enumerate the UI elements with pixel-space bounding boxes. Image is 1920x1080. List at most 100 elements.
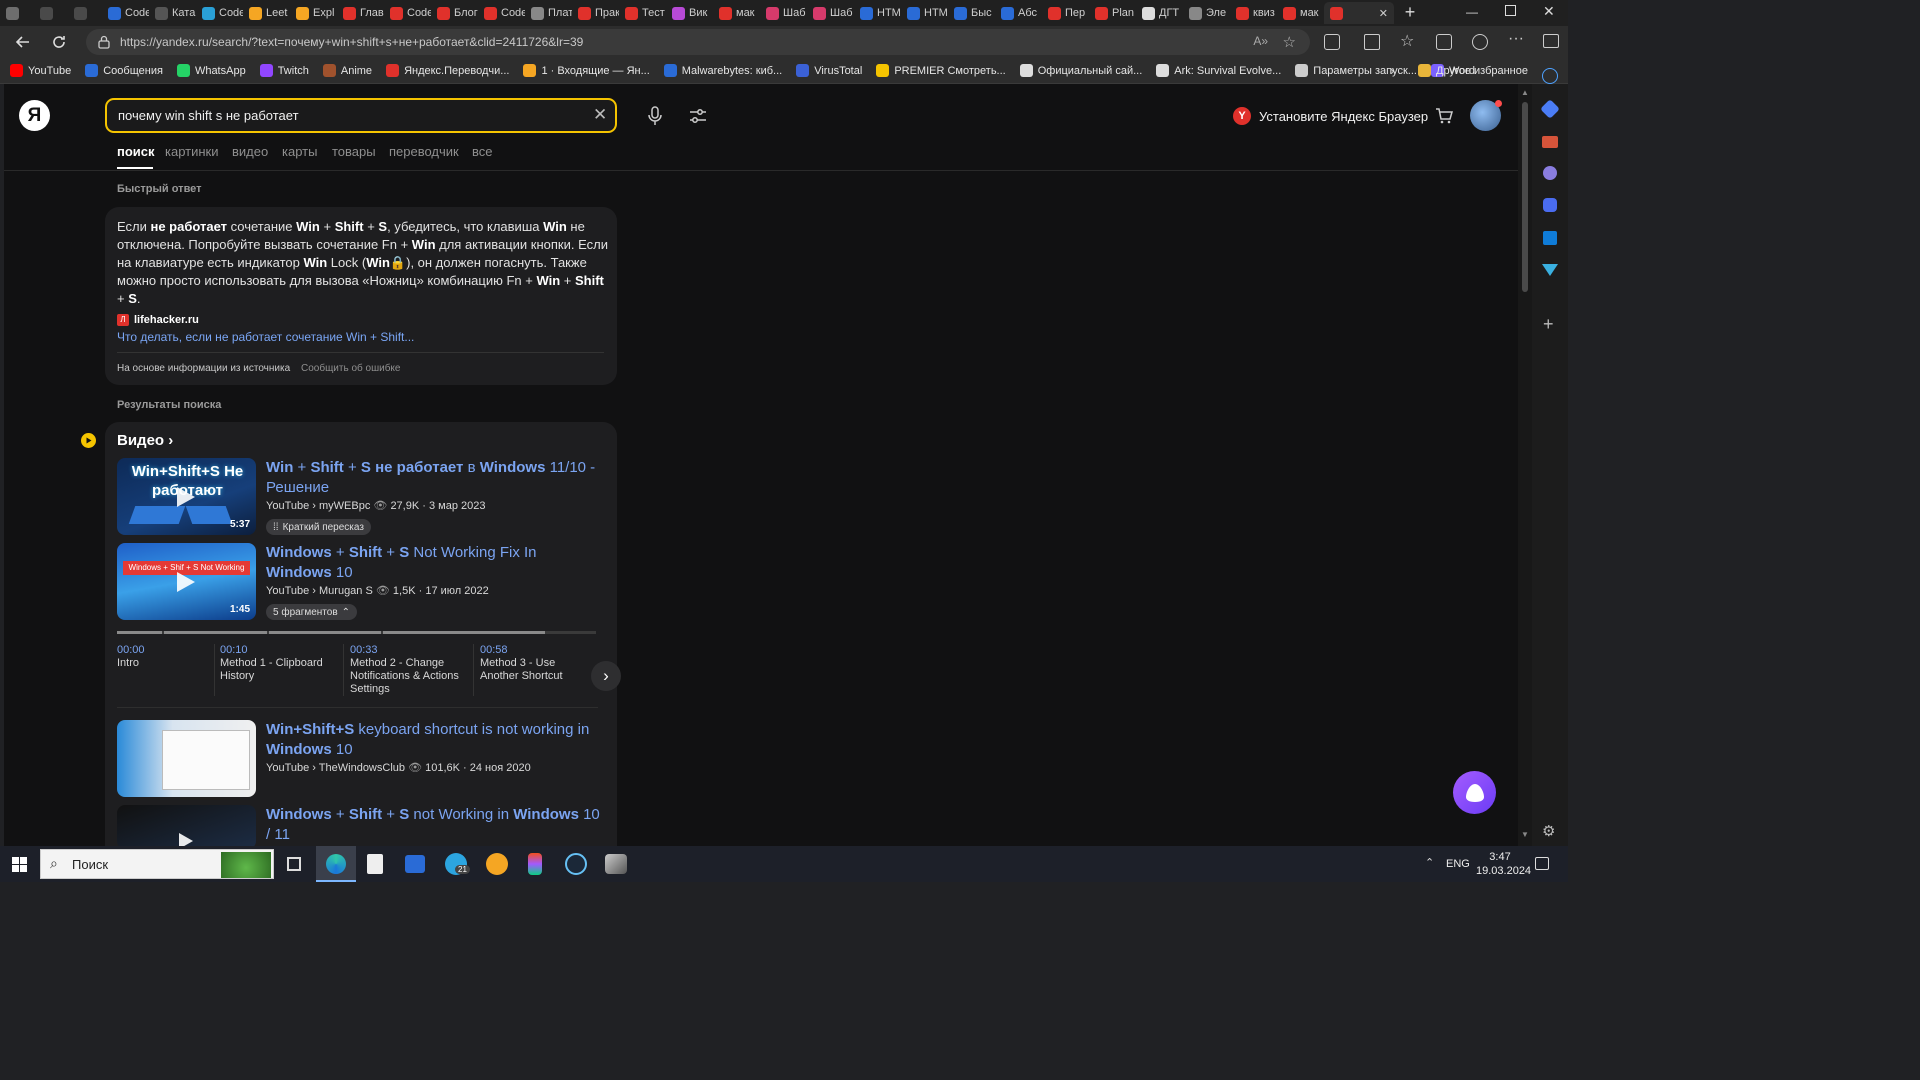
chapters-next-button[interactable]: ›: [591, 661, 621, 691]
video-section-title[interactable]: Видео ›: [117, 432, 173, 449]
browser-tab[interactable]: ДГТ: [1136, 2, 1183, 24]
restore-window-button[interactable]: [1505, 5, 1516, 16]
browser-tab[interactable]: Leet: [243, 2, 290, 24]
yandex-logo[interactable]: Я: [19, 100, 50, 131]
search-sidebar-icon[interactable]: [1542, 68, 1558, 84]
nav-tab-3[interactable]: карты: [282, 144, 317, 159]
search-filters-icon[interactable]: [689, 108, 707, 124]
based-on-source-label[interactable]: На основе информации из источника: [117, 363, 290, 374]
new-tab-button[interactable]: +: [1401, 3, 1419, 22]
video-title-4[interactable]: Windows + Shift + S not Working in Windo…: [266, 805, 606, 845]
alice-assistant-button[interactable]: [1453, 771, 1496, 814]
url-field[interactable]: https://yandex.ru/search/?text=почему+wi…: [86, 29, 1310, 55]
video-title-3[interactable]: Win+Shift+S keyboard shortcut is not wor…: [266, 720, 596, 760]
bookmark-item[interactable]: PREMIER Смотреть...: [876, 64, 1006, 77]
search-box[interactable]: почему win shift s не работает ✕: [105, 98, 617, 133]
video-title-2[interactable]: Windows + Shift + S Not Working Fix In W…: [266, 543, 596, 583]
notepad-icon[interactable]: [367, 854, 383, 874]
browser-tab[interactable]: Глав: [337, 2, 384, 24]
bookmark-item[interactable]: VirusTotal: [796, 64, 862, 77]
bookmark-item[interactable]: WhatsApp: [176, 64, 246, 77]
clock[interactable]: 3:47 19.03.2024: [1476, 850, 1531, 878]
taskbar-edge-app[interactable]: [316, 846, 356, 882]
notifications-icon[interactable]: [1535, 857, 1549, 870]
chapter-segment[interactable]: [383, 631, 545, 634]
games-icon[interactable]: [1543, 166, 1557, 180]
cart-icon[interactable]: [1435, 107, 1453, 125]
chapter-item[interactable]: 00:33 Method 2 - Change Notifications & A…: [350, 644, 468, 696]
search-input[interactable]: почему win shift s не работает: [118, 108, 299, 123]
bookmark-item[interactable]: 1 · Входящие — Ян...: [523, 64, 650, 77]
collections-icon[interactable]: [1436, 34, 1452, 50]
browser-tab[interactable]: Эле: [1183, 2, 1230, 24]
nav-tab-1[interactable]: картинки: [165, 144, 219, 159]
browser-tab[interactable]: Шаб: [760, 2, 807, 24]
source-domain[interactable]: lifehacker.ru: [134, 314, 199, 326]
chapter-item[interactable]: 00:00 Intro: [117, 644, 237, 670]
browser-tab[interactable]: [68, 2, 102, 24]
bookmark-item[interactable]: YouTube: [10, 64, 71, 77]
browser-essentials-icon[interactable]: [1472, 34, 1488, 50]
browser-tab-active[interactable]: ✕: [1324, 2, 1394, 24]
browser-tab[interactable]: Code: [478, 2, 525, 24]
windows-start-icon[interactable]: [12, 857, 27, 872]
figma-icon[interactable]: [528, 853, 542, 875]
close-tab-icon[interactable]: ✕: [1379, 7, 1388, 20]
bookmarks-overflow-chevron-icon[interactable]: ›: [1390, 63, 1394, 78]
browser-tab[interactable]: Тест: [619, 2, 666, 24]
browser-tab[interactable]: мак: [1277, 2, 1324, 24]
browser-tab[interactable]: HTM: [854, 2, 901, 24]
close-window-button[interactable]: ✕: [1543, 3, 1555, 20]
video-thumbnail-4[interactable]: [117, 805, 256, 846]
back-arrow-icon[interactable]: [14, 33, 32, 51]
bookmark-item[interactable]: Anime: [322, 64, 372, 77]
other-favorites-folder[interactable]: Другое избранное: [1418, 64, 1528, 77]
browser-tab[interactable]: Code: [196, 2, 243, 24]
browser-tab[interactable]: Шаб: [807, 2, 854, 24]
video-channel[interactable]: YouTube › Murugan S: [266, 585, 373, 597]
tag-icon[interactable]: [1540, 99, 1560, 119]
taskbar-search-box[interactable]: ⌕ Поиск: [40, 849, 274, 879]
drop-icon[interactable]: [1542, 264, 1558, 276]
refresh-icon[interactable]: [50, 33, 68, 51]
read-aloud-icon[interactable]: A»: [1253, 34, 1268, 48]
browser-tab[interactable]: Ката: [149, 2, 196, 24]
browser-tab[interactable]: HTM: [901, 2, 948, 24]
clear-search-icon[interactable]: ✕: [593, 105, 607, 125]
browser-tab[interactable]: Прак: [572, 2, 619, 24]
favorites-icon[interactable]: ☆: [1400, 31, 1414, 51]
browser-tab[interactable]: Абс: [995, 2, 1042, 24]
chapter-segment[interactable]: [164, 631, 267, 634]
add-sidebar-app-icon[interactable]: +: [1543, 314, 1554, 335]
task-view-icon[interactable]: [287, 857, 301, 871]
microphone-icon[interactable]: [647, 106, 663, 126]
bookmark-item[interactable]: Официальный сай...: [1019, 64, 1142, 77]
install-browser-promo[interactable]: Установите Яндекс Браузер: [1259, 109, 1428, 124]
browser-tab[interactable]: Expl: [290, 2, 337, 24]
fragments-chip[interactable]: 5 фрагментов ⌃: [266, 604, 358, 620]
report-error-link[interactable]: Сообщить об ошибке: [301, 363, 400, 374]
video-channel[interactable]: YouTube › TheWindowsClub: [266, 762, 405, 774]
yandex-browser-icon[interactable]: Y: [1233, 107, 1251, 125]
browser-tab[interactable]: Code: [384, 2, 431, 24]
more-menu-icon[interactable]: ···: [1508, 30, 1524, 48]
video-channel[interactable]: YouTube › myWEBpc: [266, 500, 370, 512]
bookmark-item[interactable]: Ark: Survival Evolve...: [1156, 64, 1281, 77]
minimize-window-button[interactable]: —: [1466, 5, 1478, 19]
chapter-segment[interactable]: [269, 631, 381, 634]
bookmark-item[interactable]: Twitch: [259, 64, 309, 77]
video-title-1[interactable]: Win + Shift + S не работает в Windows 11…: [266, 458, 596, 498]
browser-tab[interactable]: Плат: [525, 2, 572, 24]
source-link[interactable]: Что делать, если не работает сочетание W…: [117, 330, 414, 344]
browser-tab[interactable]: Блог: [431, 2, 478, 24]
extensions-icon[interactable]: [1324, 34, 1340, 50]
browser-tab[interactable]: Быс: [948, 2, 995, 24]
copilot-icon[interactable]: [1543, 198, 1557, 212]
browser-tab[interactable]: мак: [713, 2, 760, 24]
video-thumbnail-2[interactable]: Windows + Shif + S Not Working Fix In Wi…: [117, 543, 256, 620]
browser-tab[interactable]: квиз: [1230, 2, 1277, 24]
store-icon[interactable]: [405, 855, 425, 873]
scrollbar-thumb[interactable]: [1522, 102, 1528, 292]
nav-tab-0[interactable]: поиск: [117, 144, 155, 159]
sidebar-settings-gear-icon[interactable]: ⚙: [1542, 822, 1555, 840]
